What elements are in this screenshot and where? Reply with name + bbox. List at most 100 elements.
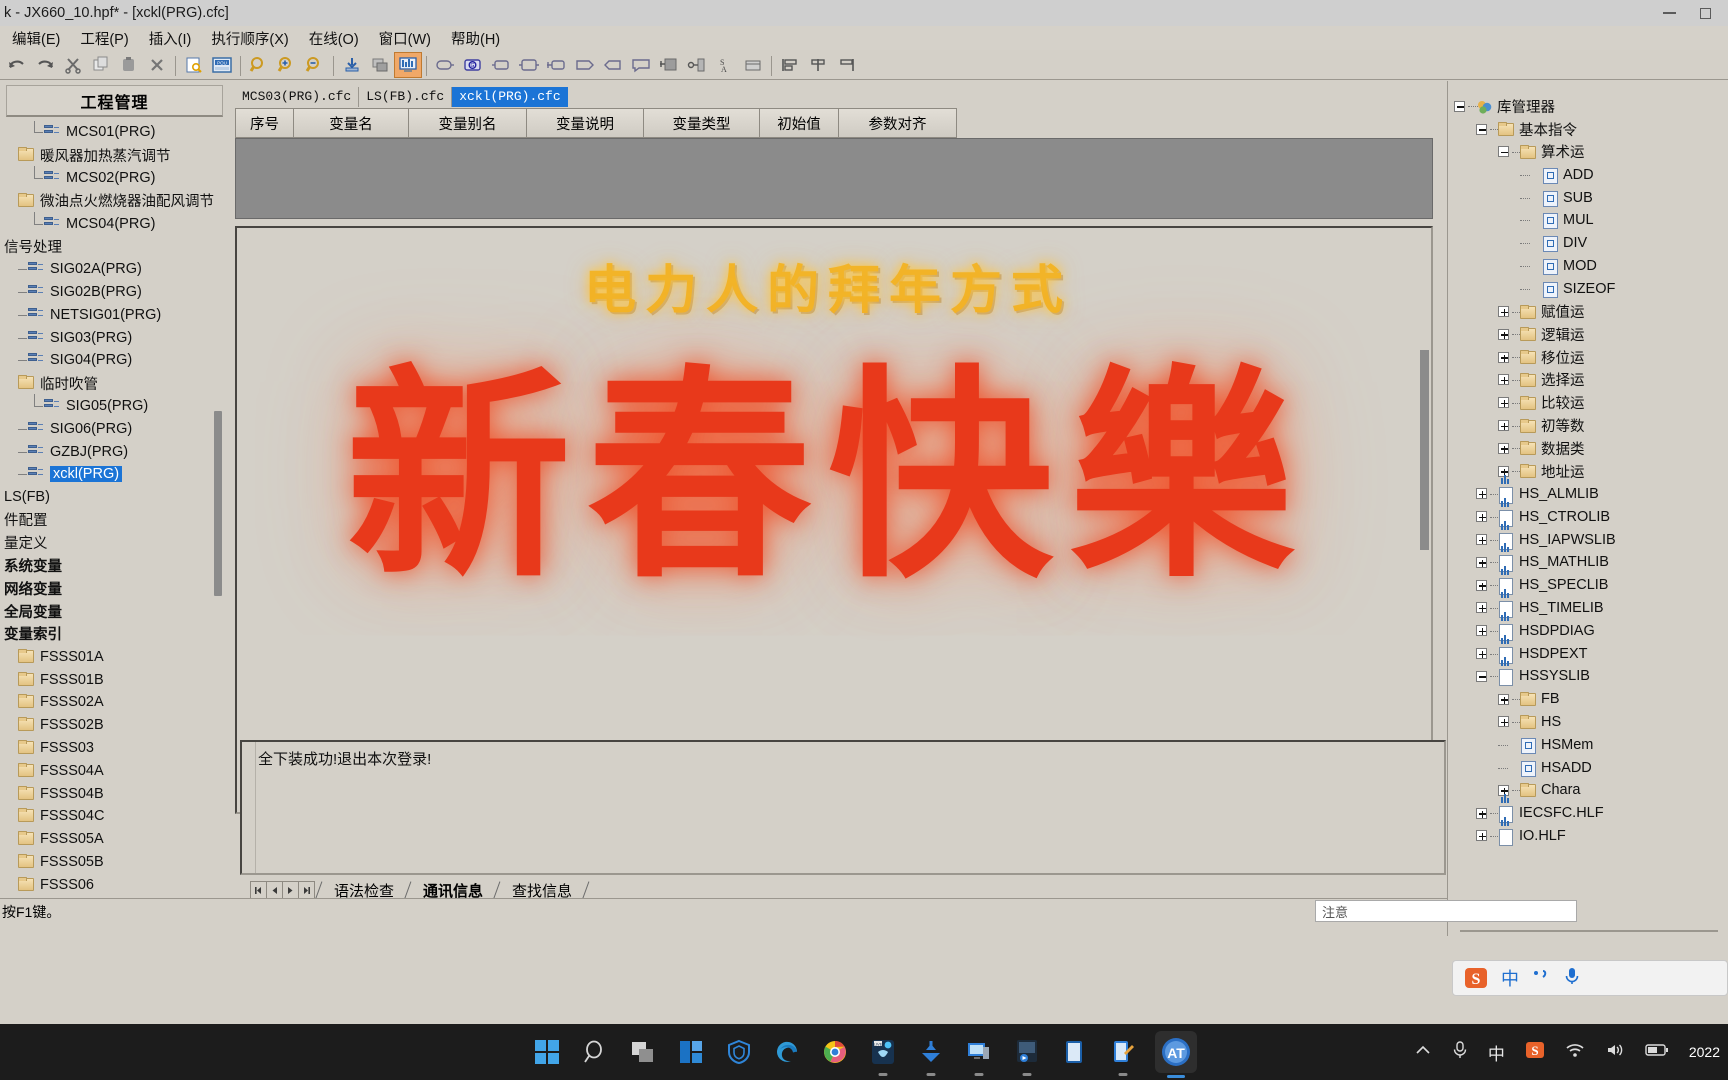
project-tree-item[interactable]: FSSS02A bbox=[0, 691, 215, 714]
panel-icon[interactable] bbox=[739, 52, 767, 78]
undo-icon[interactable] bbox=[3, 52, 31, 78]
project-tree-item[interactable]: 网络变量 bbox=[0, 577, 215, 600]
punctuation-icon[interactable] bbox=[1531, 967, 1551, 990]
jump-in-icon[interactable] bbox=[599, 52, 627, 78]
library-tree-item[interactable]: HSADD bbox=[1450, 756, 1728, 779]
project-tree-item[interactable]: SIG03(PRG) bbox=[0, 326, 215, 349]
library-tree-item[interactable]: 选择运 bbox=[1450, 369, 1728, 392]
out-connector-icon[interactable] bbox=[571, 52, 599, 78]
next-icon[interactable] bbox=[282, 881, 299, 899]
library-tree-item[interactable]: 库管理器 bbox=[1450, 95, 1728, 118]
menu-item-3[interactable]: 执行顺序(X) bbox=[201, 26, 298, 51]
variable-column-header[interactable]: 序号 bbox=[236, 109, 294, 137]
library-tree-item[interactable]: ADD bbox=[1450, 163, 1728, 186]
battery-icon[interactable] bbox=[1645, 1042, 1669, 1062]
ime-chinese-icon[interactable]: 中 bbox=[1488, 1040, 1505, 1065]
expand-icon[interactable] bbox=[1476, 579, 1487, 591]
comment-icon[interactable] bbox=[627, 52, 655, 78]
teamviewer-icon[interactable] bbox=[915, 1036, 947, 1076]
library-tree-item[interactable]: 赋值运 bbox=[1450, 300, 1728, 323]
first-icon[interactable] bbox=[250, 881, 267, 899]
zoom-icon[interactable] bbox=[245, 52, 273, 78]
align-left-icon[interactable] bbox=[776, 52, 804, 78]
library-tree-item[interactable]: HS_SPECLIB bbox=[1450, 566, 1728, 597]
input-pin-icon[interactable] bbox=[487, 52, 515, 78]
cut-icon[interactable] bbox=[59, 52, 87, 78]
copy-block-icon[interactable] bbox=[655, 52, 683, 78]
library-tree-item[interactable]: DIV bbox=[1450, 232, 1728, 255]
link-icon[interactable] bbox=[683, 52, 711, 78]
taskbar-clock[interactable]: 2022 bbox=[1689, 1044, 1720, 1060]
expand-icon[interactable] bbox=[1498, 420, 1509, 432]
redo-icon[interactable] bbox=[31, 52, 59, 78]
start-icon[interactable] bbox=[531, 1036, 563, 1068]
file-tab[interactable]: xckl(PRG).cfc bbox=[452, 87, 568, 107]
variable-column-header[interactable]: 变量说明 bbox=[527, 109, 644, 137]
project-tree-item[interactable]: 全局变量 bbox=[0, 600, 215, 623]
project-tree-item[interactable]: SIG04(PRG) bbox=[0, 349, 215, 372]
collapse-icon[interactable] bbox=[1454, 100, 1465, 112]
library-tree-item[interactable]: 数据类 bbox=[1450, 437, 1728, 460]
zoom-out-icon[interactable] bbox=[301, 52, 329, 78]
expand-icon[interactable] bbox=[1498, 397, 1509, 409]
project-tree-item[interactable]: FSSS05A bbox=[0, 828, 215, 851]
project-tree-item[interactable]: 变量索引 bbox=[0, 623, 215, 646]
project-tree-item[interactable]: FSSS04B bbox=[0, 782, 215, 805]
at-app-icon[interactable]: AT bbox=[1155, 1031, 1197, 1078]
library-tree-item[interactable]: HSDPEXT bbox=[1450, 634, 1728, 665]
library-tree-item[interactable]: 地址运 bbox=[1450, 460, 1728, 483]
collapse-icon[interactable] bbox=[1476, 123, 1487, 135]
project-tree-item[interactable]: SIG02A(PRG) bbox=[0, 258, 215, 281]
library-tree-item[interactable]: HS_CTROLIB bbox=[1450, 497, 1728, 528]
task-view-icon[interactable] bbox=[627, 1036, 659, 1068]
variable-column-header[interactable]: 变量名 bbox=[294, 109, 409, 137]
project-tree-item[interactable]: 暖风器加热蒸汽调节 bbox=[0, 144, 215, 167]
expand-icon[interactable] bbox=[1476, 625, 1487, 637]
project-tree-item[interactable]: 件配置 bbox=[0, 509, 215, 532]
library-tree-item[interactable]: 逻辑运 bbox=[1450, 323, 1728, 346]
project-tree-item[interactable]: LS(FB) bbox=[0, 486, 215, 509]
expand-icon[interactable] bbox=[1476, 488, 1487, 500]
notes-icon[interactable] bbox=[1059, 1036, 1091, 1068]
library-tree-item[interactable]: HSMem bbox=[1450, 733, 1728, 756]
menu-item-4[interactable]: 在线(O) bbox=[299, 26, 369, 51]
project-tree-item[interactable]: FSSS04A bbox=[0, 759, 215, 782]
project-tree-item[interactable]: xckl(PRG) bbox=[0, 463, 215, 486]
pou-icon[interactable]: POU bbox=[208, 52, 236, 78]
print-preview-icon[interactable] bbox=[180, 52, 208, 78]
project-tree-item[interactable]: 微油点火燃烧器油配风调节 bbox=[0, 189, 215, 212]
project-tree-item[interactable]: MCS02(PRG) bbox=[0, 165, 215, 190]
global-block-icon[interactable]: G bbox=[459, 52, 487, 78]
wifi-icon[interactable] bbox=[1565, 1042, 1585, 1063]
expand-icon[interactable] bbox=[1498, 716, 1509, 728]
collapse-icon[interactable] bbox=[1476, 670, 1487, 682]
library-tree-item[interactable]: MOD bbox=[1450, 255, 1728, 278]
library-tree-item[interactable]: HSDPDIAG bbox=[1450, 611, 1728, 642]
expand-icon[interactable] bbox=[1476, 807, 1487, 819]
project-tree-item[interactable]: FSSS02B bbox=[0, 714, 215, 737]
project-tree-item[interactable]: SIG05(PRG) bbox=[0, 393, 215, 418]
in-connector-icon[interactable] bbox=[543, 52, 571, 78]
project-tree-item[interactable]: 系统变量 bbox=[0, 554, 215, 577]
project-tree-item[interactable]: FSSS05B bbox=[0, 851, 215, 874]
library-tree-item[interactable]: 初等数 bbox=[1450, 414, 1728, 437]
project-tree-item[interactable]: MCS04(PRG) bbox=[0, 211, 215, 235]
compile-icon[interactable] bbox=[366, 52, 394, 78]
delete-icon[interactable] bbox=[143, 52, 171, 78]
maximize-button[interactable] bbox=[1682, 0, 1728, 26]
variable-column-header[interactable]: 变量别名 bbox=[409, 109, 527, 137]
menu-item-0[interactable]: 编辑(E) bbox=[2, 26, 70, 51]
library-tree-item[interactable]: IO.HLF bbox=[1450, 816, 1728, 848]
library-tree-item[interactable]: 比较运 bbox=[1450, 391, 1728, 414]
project-tree-item[interactable]: NETSIG01(PRG) bbox=[0, 303, 215, 326]
project-tree-item[interactable]: FSSS03 bbox=[0, 737, 215, 760]
variable-column-header[interactable]: 变量类型 bbox=[644, 109, 760, 137]
project-tree-item[interactable]: MCS01(PRG) bbox=[0, 121, 215, 144]
library-tree-item[interactable]: HS bbox=[1450, 711, 1728, 734]
ime-language-toggle[interactable]: 中 bbox=[1501, 965, 1519, 991]
cfc-canvas[interactable]: 电力人的拜年方式 新春快樂 bbox=[239, 230, 1417, 792]
file-tab[interactable]: MCS03(PRG).cfc bbox=[235, 87, 360, 107]
project-tree-item[interactable]: 信号处理 bbox=[0, 235, 215, 258]
align-right-icon[interactable] bbox=[832, 52, 860, 78]
project-tree-item[interactable]: 量定义 bbox=[0, 531, 215, 554]
